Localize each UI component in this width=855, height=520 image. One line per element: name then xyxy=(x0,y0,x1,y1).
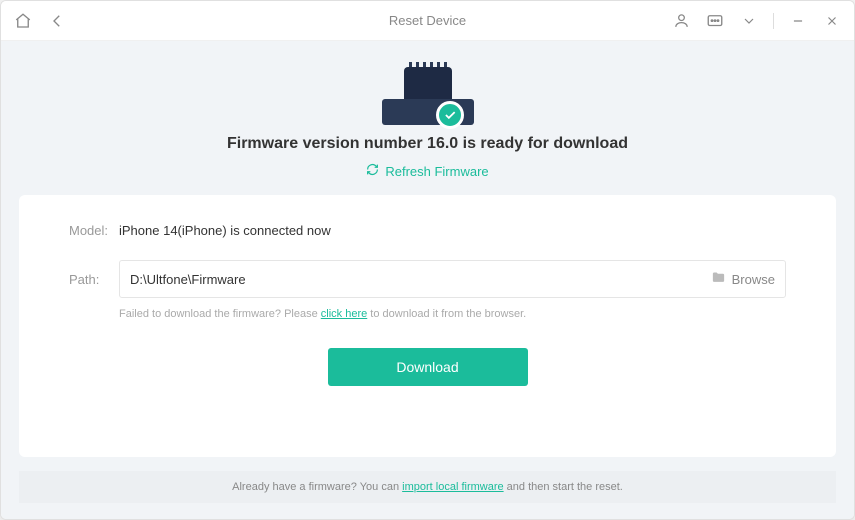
titlebar: Reset Device xyxy=(1,1,854,41)
footer-bar: Already have a firmware? You can import … xyxy=(19,471,836,503)
feedback-icon[interactable] xyxy=(705,11,725,31)
chevron-down-icon[interactable] xyxy=(739,11,759,31)
back-icon[interactable] xyxy=(47,11,67,31)
model-label: Model: xyxy=(69,223,119,238)
refresh-firmware-link[interactable]: Refresh Firmware xyxy=(366,163,488,179)
hero-title: Firmware version number 16.0 is ready fo… xyxy=(19,135,836,153)
import-local-firmware-link[interactable]: import local firmware xyxy=(402,481,503,493)
minimize-icon[interactable] xyxy=(788,11,808,31)
refresh-label: Refresh Firmware xyxy=(385,164,488,179)
folder-icon xyxy=(711,270,726,288)
check-badge-icon xyxy=(436,101,464,129)
model-row: Model: iPhone 14(iPhone) is connected no… xyxy=(69,223,786,238)
chip-illustration xyxy=(382,59,474,125)
help-text: Failed to download the firmware? Please … xyxy=(119,308,786,320)
home-icon[interactable] xyxy=(13,11,33,31)
user-icon[interactable] xyxy=(671,11,691,31)
separator xyxy=(773,13,774,29)
browse-label: Browse xyxy=(732,272,775,287)
path-input-wrap: Browse xyxy=(119,260,786,298)
close-icon[interactable] xyxy=(822,11,842,31)
download-button[interactable]: Download xyxy=(328,348,528,386)
main-card: Model: iPhone 14(iPhone) is connected no… xyxy=(19,195,836,457)
hero: Firmware version number 16.0 is ready fo… xyxy=(19,59,836,195)
path-label: Path: xyxy=(69,272,119,287)
content-area: Firmware version number 16.0 is ready fo… xyxy=(1,41,854,520)
browse-button[interactable]: Browse xyxy=(711,270,775,288)
app-window: Reset Device xyxy=(0,0,855,520)
model-value: iPhone 14(iPhone) is connected now xyxy=(119,223,331,238)
path-row: Path: Browse xyxy=(69,260,786,298)
path-input[interactable] xyxy=(130,272,711,287)
click-here-link[interactable]: click here xyxy=(321,308,367,320)
window-title: Reset Device xyxy=(389,13,466,28)
refresh-icon xyxy=(366,163,379,179)
